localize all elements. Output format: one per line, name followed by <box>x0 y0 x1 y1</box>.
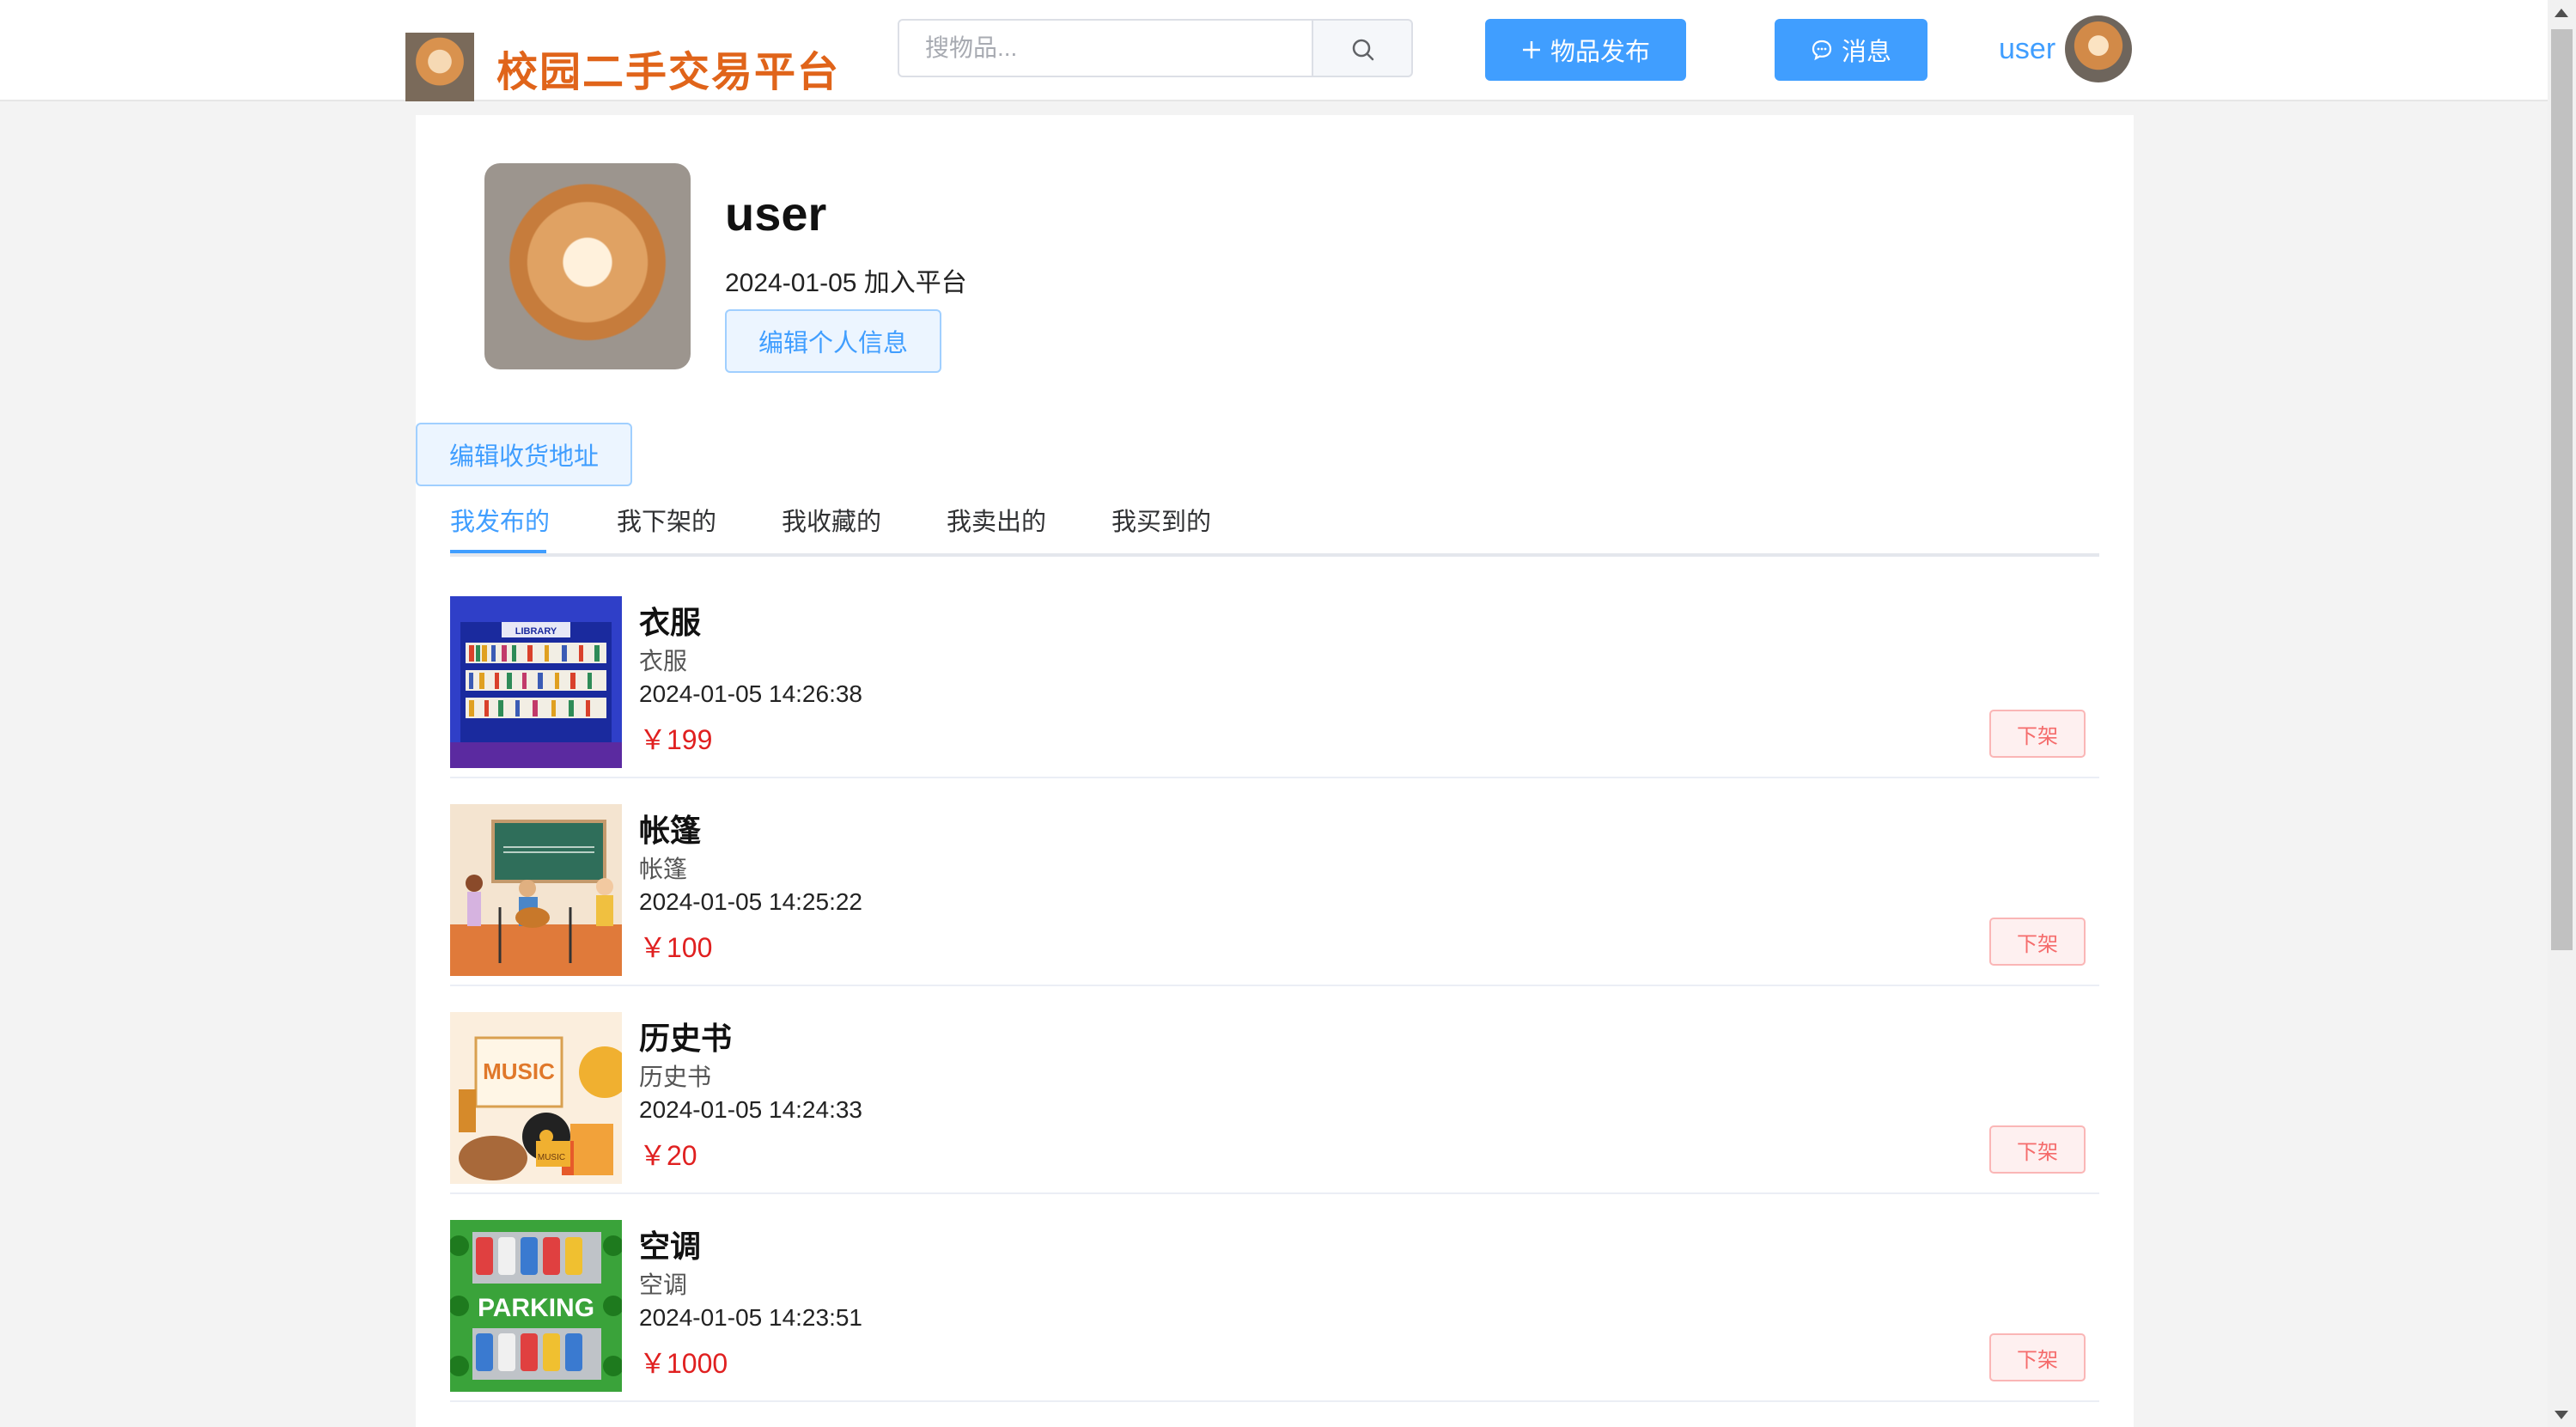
publish-item-button[interactable]: 物品发布 <box>1485 19 1686 81</box>
site-logo[interactable] <box>405 33 474 101</box>
profile-avatar <box>484 163 691 369</box>
profile-tabs: 我发布的 我下架的 我收藏的 我卖出的 我买到的 <box>450 497 2099 557</box>
item-thumbnail[interactable]: MUSIC MUSIC <box>450 1012 622 1184</box>
scroll-up-arrow-icon[interactable] <box>2555 9 2568 17</box>
item-price: ￥1000 <box>639 1348 728 1379</box>
search-icon <box>1352 39 1374 61</box>
tab-bought[interactable]: 我买到的 <box>1111 502 1211 538</box>
delist-button[interactable]: 下架 <box>1989 1333 2086 1381</box>
item-description: 空调 <box>639 1271 688 1298</box>
profile-page: user 2024-01-05 加入平台 编辑个人信息 编辑收货地址 我发布的 … <box>416 115 2134 1427</box>
item-description: 衣服 <box>639 648 688 674</box>
publish-item-label: 物品发布 <box>1550 39 1650 66</box>
site-title[interactable]: 校园二手交易平台 <box>496 38 840 98</box>
messages-label: 消息 <box>1841 39 1891 66</box>
top-navbar: 校园二手交易平台 物品发布 消息 user <box>0 0 2548 101</box>
tab-sold[interactable]: 我卖出的 <box>947 502 1046 538</box>
page-scrollbar[interactable] <box>2548 0 2576 1427</box>
parking-sign: PARKING <box>478 1294 594 1322</box>
delist-button[interactable]: 下架 <box>1989 918 2086 966</box>
join-date: 2024-01-05 加入平台 <box>725 269 967 297</box>
item-price: ￥199 <box>639 724 713 755</box>
item-time: 2024-01-05 14:24:33 <box>639 1096 862 1123</box>
list-item: PARKING 空调 空调 2024-01-05 14:23:51 ￥1000 … <box>450 1192 2099 1402</box>
messages-button[interactable]: 消息 <box>1775 19 1927 81</box>
chat-icon <box>1812 40 1832 61</box>
item-price: ￥20 <box>639 1140 697 1171</box>
item-price: ￥100 <box>639 932 713 963</box>
item-thumbnail[interactable]: PARKING <box>450 1220 622 1392</box>
scroll-down-arrow-icon[interactable] <box>2555 1411 2568 1419</box>
nav-avatar[interactable] <box>2065 15 2132 82</box>
library-sign: LIBRARY <box>515 626 557 637</box>
music-sign: MUSIC <box>483 1058 555 1084</box>
item-time: 2024-01-05 14:25:22 <box>639 888 862 915</box>
plus-icon <box>1522 41 1540 58</box>
profile-name: user <box>725 186 827 241</box>
item-title[interactable]: 空调 <box>639 1222 701 1266</box>
nav-username[interactable]: user <box>1999 33 2055 66</box>
search-button[interactable] <box>1313 19 1413 77</box>
music-sign-small: MUSIC <box>538 1153 565 1162</box>
item-title[interactable]: 衣服 <box>639 598 701 643</box>
item-thumbnail[interactable]: LIBRARY <box>450 596 622 768</box>
scroll-thumb[interactable] <box>2551 29 2573 950</box>
item-description: 历史书 <box>639 1064 712 1090</box>
active-tab-indicator <box>450 550 546 553</box>
tab-delisted[interactable]: 我下架的 <box>617 502 716 538</box>
list-item: 帐篷 帐篷 2024-01-05 14:25:22 ￥100 下架 <box>450 777 2099 986</box>
tab-published[interactable]: 我发布的 <box>450 502 550 538</box>
item-title[interactable]: 历史书 <box>639 1014 732 1058</box>
delist-button[interactable]: 下架 <box>1989 1125 2086 1174</box>
delist-button[interactable]: 下架 <box>1989 710 2086 758</box>
search-input[interactable] <box>898 19 1313 77</box>
list-item: LIBRARY 衣服 衣服 2024-01-05 14:26:38 ￥199 下… <box>450 569 2099 778</box>
edit-profile-button[interactable]: 编辑个人信息 <box>725 309 941 373</box>
item-description: 帐篷 <box>639 856 688 882</box>
item-time: 2024-01-05 14:26:38 <box>639 680 862 707</box>
item-time: 2024-01-05 14:23:51 <box>639 1304 862 1331</box>
item-title[interactable]: 帐篷 <box>639 806 701 851</box>
tab-favorites[interactable]: 我收藏的 <box>782 502 881 538</box>
item-thumbnail[interactable] <box>450 804 622 976</box>
edit-address-button[interactable]: 编辑收货地址 <box>416 423 632 486</box>
list-item: MUSIC MUSIC 历史书 历史书 2024-01-05 14:24:33 … <box>450 985 2099 1194</box>
